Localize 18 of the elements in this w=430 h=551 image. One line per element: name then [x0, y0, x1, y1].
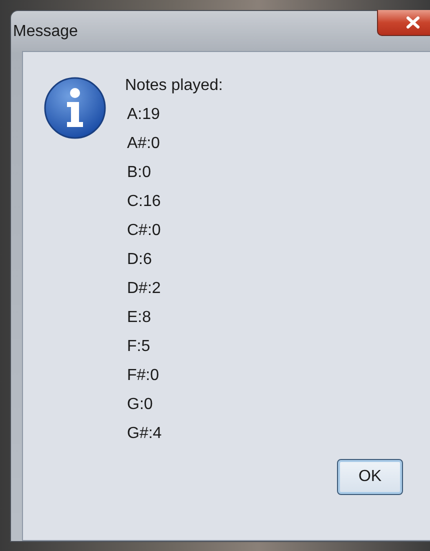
message-heading: Notes played: [125, 76, 223, 96]
note-count: B:0 [127, 163, 152, 183]
note-count: F:5 [127, 337, 152, 357]
note-count: A#:0 [127, 134, 161, 154]
note-count: C#:0 [127, 221, 162, 241]
note-count: A:19 [127, 105, 161, 125]
close-button[interactable] [377, 10, 430, 36]
window-title: Message [13, 23, 78, 41]
note-count: F#:0 [127, 366, 160, 386]
note-count: E:8 [127, 308, 152, 328]
info-icon [43, 76, 107, 140]
note-count: D:6 [127, 250, 153, 270]
note-count: C:16 [127, 192, 162, 212]
note-count: D#:2 [127, 279, 162, 299]
ok-button[interactable]: OK [337, 459, 403, 495]
note-count: G:0 [127, 395, 154, 415]
note-count: G#:4 [127, 424, 163, 444]
close-icon [406, 16, 420, 29]
